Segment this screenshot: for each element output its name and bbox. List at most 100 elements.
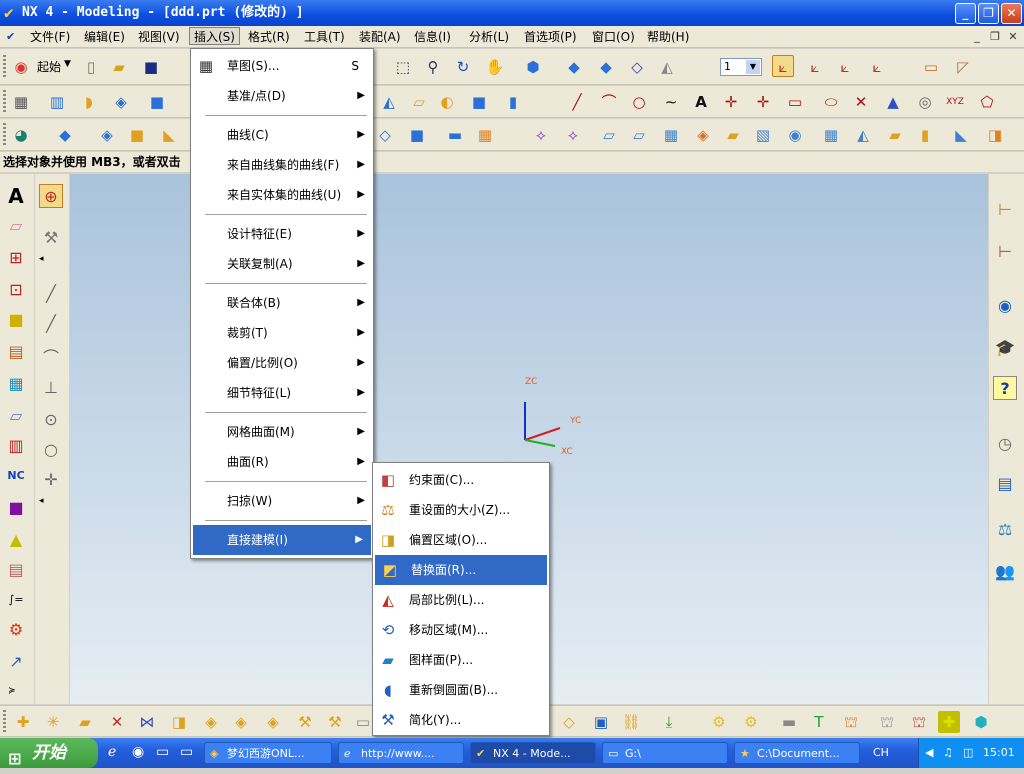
roles-icon[interactable]: 👥	[993, 560, 1017, 584]
body-icon[interactable]: ■	[4, 308, 28, 332]
save-icon[interactable]: ■	[140, 56, 162, 78]
group-arrow-icon[interactable]: ◂	[39, 254, 44, 264]
measure-distance-icon[interactable]: ▭	[920, 56, 942, 78]
menu-help[interactable]: 帮助(H)	[643, 28, 693, 46]
sheet-icon[interactable]: ▱	[4, 404, 28, 428]
media-quicklaunch-icon[interactable]: ◉	[132, 744, 144, 760]
menu-assemblies[interactable]: 装配(A)	[355, 28, 405, 46]
annotation-text-icon[interactable]: A	[4, 184, 28, 208]
language-indicator[interactable]: CH	[873, 738, 889, 768]
extrude-icon[interactable]: ▥	[46, 91, 68, 113]
menu-item-sweep[interactable]: 扫掠(W) ▶	[191, 486, 373, 516]
ejector-icon[interactable]: T	[808, 711, 830, 733]
submenu-item-replace-face[interactable]: ◩ 替换面(R)...	[375, 555, 547, 585]
drawing-icon[interactable]: ▣	[590, 711, 612, 733]
cube-icon[interactable]: ■	[468, 91, 490, 113]
start-dropdown-icon[interactable]: ▼	[64, 59, 71, 69]
trimetric-view-icon[interactable]: ◆	[595, 56, 617, 78]
menu-information[interactable]: 信息(I)	[410, 28, 455, 46]
mold-icon[interactable]: ▲	[4, 528, 28, 552]
datum-point-icon[interactable]: ⊡	[4, 278, 28, 302]
settings-gear-icon[interactable]: ⚙	[4, 618, 28, 642]
measure-angle-icon[interactable]: ◸	[952, 56, 974, 78]
submenu-item-resize-face[interactable]: ⚖ 重设面的大小(Z)...	[373, 495, 549, 525]
zoom-icon[interactable]: ⚲	[422, 56, 444, 78]
mdi-minimize-icon[interactable]: _	[970, 30, 984, 43]
bounded-plane-icon[interactable]: ◈	[692, 124, 714, 146]
minimize-button[interactable]: _	[955, 3, 976, 24]
chamfer-icon[interactable]: ◈	[96, 124, 118, 146]
submenu-item-simplify[interactable]: ⚒ 简化(Y)...	[373, 705, 549, 735]
graph-icon[interactable]: ↗	[4, 650, 28, 674]
menu-view[interactable]: 视图(V)	[134, 28, 184, 46]
pin-icon[interactable]: ▬	[778, 711, 800, 733]
helix-icon[interactable]: ◎	[914, 91, 936, 113]
tooling-icon[interactable]: ⚙	[708, 711, 730, 733]
lifter-icon[interactable]: ⛫	[908, 711, 930, 733]
reposition-icon[interactable]: ◨	[168, 711, 190, 733]
process-studio-icon[interactable]: ⚖	[993, 518, 1017, 542]
sew-icon[interactable]: ▰	[722, 124, 744, 146]
menu-analysis[interactable]: 分析(L)	[465, 28, 513, 46]
blend-icon[interactable]: ◣	[158, 124, 180, 146]
restore-button[interactable]: ❐	[978, 3, 999, 24]
insert-icon[interactable]: ✚	[938, 711, 960, 733]
explode-icon[interactable]: ◈	[230, 711, 252, 733]
training-icon[interactable]: 🎓	[993, 336, 1017, 360]
through-curves-icon[interactable]: ⟡	[530, 124, 552, 146]
point-set-icon[interactable]: ✛	[752, 91, 774, 113]
menu-item-curve-from-bodies[interactable]: 来自实体集的曲线(U) ▶	[191, 180, 373, 210]
desktop-quicklaunch-icon[interactable]: ▭	[156, 744, 169, 760]
purple-solid-icon[interactable]: ■	[4, 496, 28, 520]
ellipse-icon[interactable]: ⬭	[820, 91, 842, 113]
nc-icon[interactable]: NC	[4, 464, 28, 488]
block-icon[interactable]: ■	[146, 91, 168, 113]
history-icon[interactable]: ◷	[993, 432, 1017, 456]
expression-icon[interactable]: ∫=	[4, 588, 28, 612]
clearance-icon[interactable]: ▭	[352, 711, 374, 733]
close-button[interactable]: ✕	[1001, 3, 1022, 24]
part-navigator-icon[interactable]: ▦	[10, 91, 32, 113]
feature-icon[interactable]: ◕	[10, 124, 32, 146]
menu-insert[interactable]: 插入(S)	[189, 27, 240, 45]
chain-icon[interactable]: ⛓	[620, 711, 642, 733]
quilt-icon[interactable]: ▮	[914, 124, 936, 146]
menu-edit[interactable]: 编辑(E)	[80, 28, 129, 46]
remove-component-icon[interactable]: ✕	[106, 711, 128, 733]
menu-item-direct-modeling[interactable]: 直接建模(I) ▶	[193, 525, 371, 555]
part-navigator-side-icon[interactable]: ⊢	[993, 240, 1017, 264]
sketch-line-icon[interactable]: ╱	[39, 282, 63, 306]
sketch-circle-icon[interactable]: ⊙	[39, 408, 63, 432]
shell-icon[interactable]: ■	[126, 124, 148, 146]
sweep-icon[interactable]: ◈	[110, 91, 132, 113]
submenu-item-local-scale[interactable]: ◭ 局部比例(L)...	[373, 585, 549, 615]
datum-plane-icon[interactable]: ⊞	[4, 246, 28, 270]
task-explorer-c[interactable]: ★ C:\Document...	[734, 742, 860, 764]
menu-item-surface[interactable]: 曲面(R) ▶	[191, 447, 373, 477]
new-file-icon[interactable]: ▯	[80, 56, 102, 78]
slider-icon[interactable]: ⛫	[876, 711, 898, 733]
zoom-window-icon[interactable]: ⬚	[392, 56, 414, 78]
text-icon[interactable]: A	[690, 91, 712, 113]
create-array-icon[interactable]: ▰	[74, 711, 96, 733]
spline-icon[interactable]: ∼	[660, 91, 682, 113]
submenu-item-move-region[interactable]: ⟲ 移动区域(M)...	[373, 615, 549, 645]
line-icon[interactable]: ╱	[566, 91, 588, 113]
electrode-icon[interactable]: ⬢	[970, 711, 992, 733]
offset-curve-icon[interactable]: ⬠	[976, 91, 998, 113]
mate-component-icon[interactable]: ◈	[200, 711, 222, 733]
submenu-item-offset-region[interactable]: ◨ 偏置区域(O)...	[373, 525, 549, 555]
patch-icon[interactable]: ▬	[444, 124, 466, 146]
menu-item-detail-feature[interactable]: 细节特征(L) ▶	[191, 378, 373, 408]
point-icon[interactable]: ✛	[720, 91, 742, 113]
wave-icon[interactable]: ⚒	[294, 711, 316, 733]
start-button[interactable]: ⊞ 开始	[0, 738, 98, 768]
variable-offset-icon[interactable]: ◨	[984, 124, 1006, 146]
tray-arrow-icon[interactable]: ◀	[925, 738, 933, 768]
network-icon[interactable]: ◫	[963, 738, 973, 768]
sketch-fillet-icon[interactable]: ⌒	[39, 346, 63, 370]
iso-view-icon[interactable]: ◆	[563, 56, 585, 78]
cone-icon[interactable]: ▲	[882, 91, 904, 113]
new-component-icon[interactable]: ✳	[42, 711, 64, 733]
layer-select[interactable]: 1 ▼	[720, 58, 762, 76]
